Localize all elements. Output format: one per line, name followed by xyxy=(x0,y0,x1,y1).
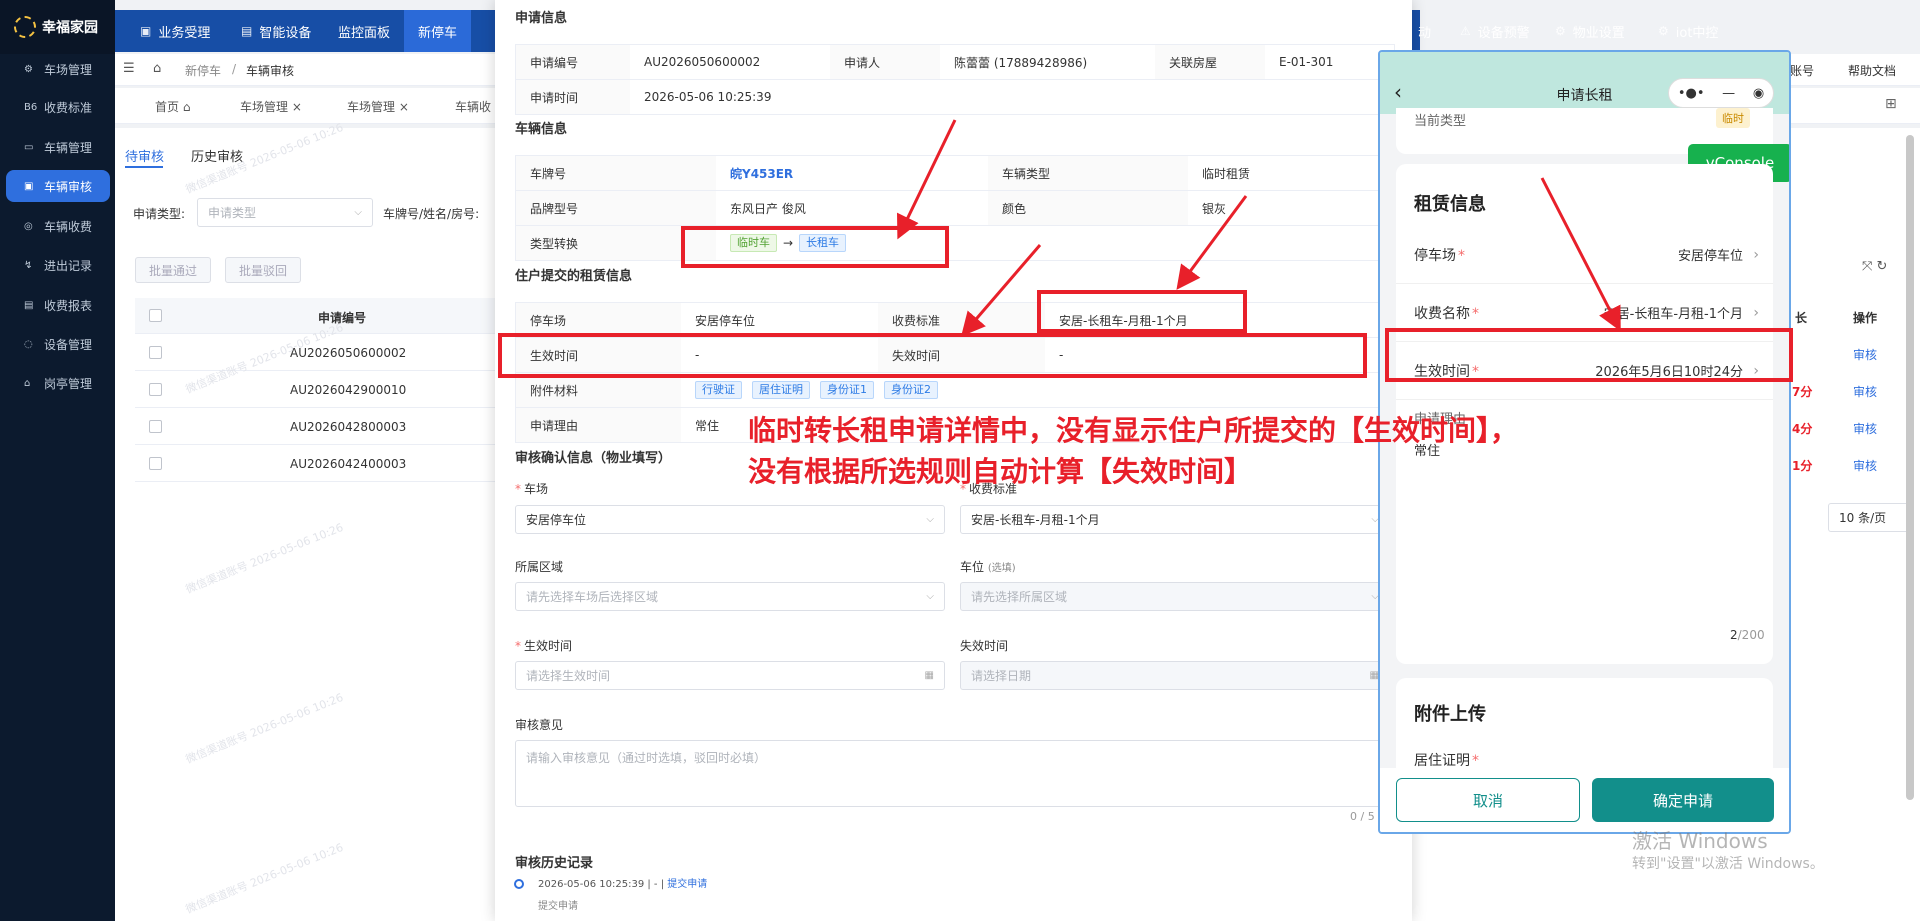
annotation-line-2: 没有根据所选规则自动计算【失效时间】 xyxy=(748,455,1253,488)
arrow-convert xyxy=(897,119,957,240)
arrow-std xyxy=(1176,195,1248,290)
arrow-dates xyxy=(961,244,1042,337)
arrow-mobile xyxy=(1540,177,1621,332)
annotation-line-1: 临时转长租申请详情中，没有显示住户所提交的【生效时间】， xyxy=(748,414,1519,447)
